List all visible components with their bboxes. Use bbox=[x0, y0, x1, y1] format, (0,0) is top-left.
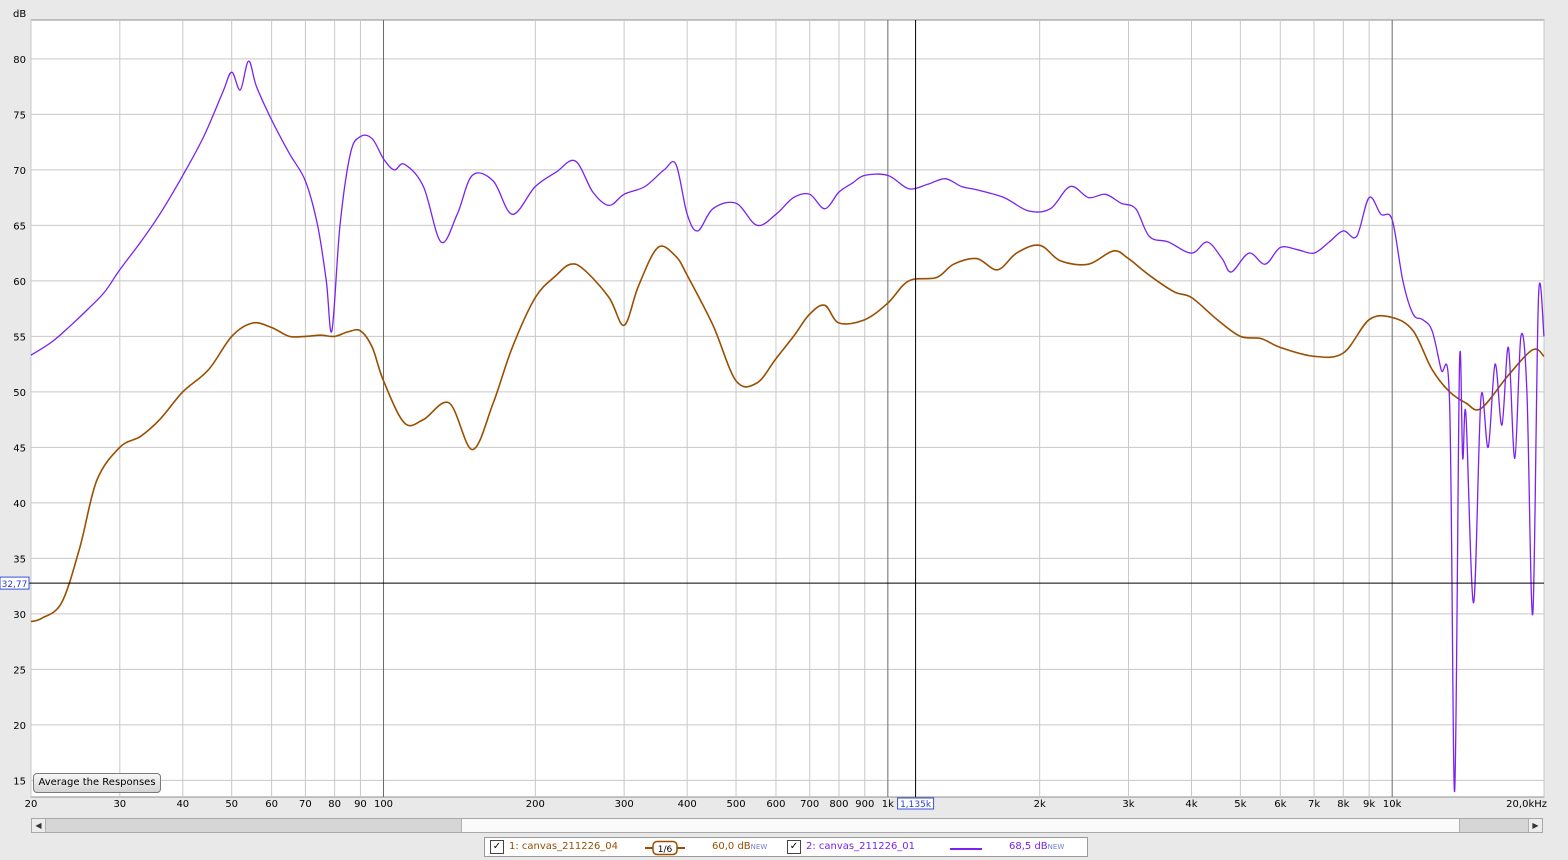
x-tick-label: 6k bbox=[1274, 799, 1286, 810]
x-tick-label: 80 bbox=[328, 799, 341, 810]
x-tick-label: 300 bbox=[615, 799, 634, 810]
y-tick-label: 80 bbox=[13, 55, 26, 66]
legend-label-2: 2: canvas_211226_01 bbox=[806, 841, 916, 852]
scroll-left-arrow-icon[interactable]: ◀ bbox=[32, 819, 46, 832]
smoothing-label: 1/6 bbox=[658, 845, 673, 855]
y-tick-label: 30 bbox=[13, 610, 26, 621]
y-axis-label: dB bbox=[13, 9, 26, 20]
legend-checkbox-2[interactable]: ✓ bbox=[787, 840, 801, 854]
y-tick-label: 35 bbox=[13, 554, 26, 565]
x-tick-label: 30 bbox=[113, 799, 126, 810]
x-tick-label: 4k bbox=[1185, 799, 1197, 810]
scrollbar-thumb[interactable] bbox=[461, 819, 1460, 832]
chart-svg: 15 20 25 30 35 40 45 50 55 60 65 70 75 80 20 30 40 50 60 7… bbox=[0, 9, 1547, 810]
cursor-x-readout: 1,135k bbox=[900, 800, 932, 810]
y-tick-label: 20 bbox=[13, 721, 26, 732]
legend-checkbox-1[interactable]: ✓ bbox=[490, 840, 504, 854]
legend-line-swatch-2 bbox=[950, 848, 982, 850]
x-tick-label: 200 bbox=[526, 799, 545, 810]
x-tick-label: 20,0kHz bbox=[1506, 799, 1547, 810]
legend-new-tag-1: NEW bbox=[750, 843, 768, 851]
x-tick-label: 40 bbox=[176, 799, 189, 810]
scroll-right-arrow-icon[interactable]: ▶ bbox=[1528, 819, 1542, 832]
average-responses-button[interactable]: Average the Responses bbox=[33, 773, 161, 793]
legend-level-1-value: 60,0 dB bbox=[712, 841, 751, 852]
x-tick-label: 20 bbox=[25, 799, 38, 810]
y-tick-label: 60 bbox=[13, 277, 26, 288]
y-tick-label: 45 bbox=[13, 443, 26, 454]
x-tick-label: 2k bbox=[1034, 799, 1046, 810]
legend-label-1: 1: canvas_211226_04 bbox=[509, 841, 619, 852]
x-tick-label: 50 bbox=[225, 799, 238, 810]
x-tick-label: 90 bbox=[354, 799, 367, 810]
legend-new-tag-2: NEW bbox=[1047, 843, 1065, 851]
x-tick-label: 8k bbox=[1337, 799, 1349, 810]
x-tick-label: 500 bbox=[726, 799, 745, 810]
y-tick-label: 70 bbox=[13, 166, 26, 177]
x-tick-label: 400 bbox=[678, 799, 697, 810]
smoothing-indicator-icon[interactable]: 1/6 bbox=[645, 840, 685, 856]
x-tick-label: 60 bbox=[265, 799, 278, 810]
plot-area[interactable] bbox=[30, 19, 1545, 798]
legend-level-2-value: 68,5 dB bbox=[1009, 841, 1048, 852]
y-tick-label: 50 bbox=[13, 388, 26, 399]
x-tick-label: 600 bbox=[766, 799, 785, 810]
legend-bar: ✓ 1: canvas_211226_04 1/6 60,0 dBNEW ✓ 2… bbox=[484, 837, 1088, 857]
y-tick-label: 55 bbox=[13, 332, 26, 343]
y-tick-label: 15 bbox=[13, 776, 26, 787]
x-tick-label: 900 bbox=[855, 799, 874, 810]
cursor-y-readout: 32,77 bbox=[2, 580, 28, 590]
legend-level-2: 68,5 dBNEW bbox=[1009, 841, 1064, 852]
x-tick-label: 10k bbox=[1383, 799, 1402, 810]
x-tick-labels: 20 30 40 50 60 70 80 90 100 200 300 400 500 600 700 800… bbox=[25, 799, 1547, 810]
y-tick-label: 40 bbox=[13, 499, 26, 510]
x-tick-label: 100 bbox=[374, 799, 393, 810]
x-tick-label: 800 bbox=[829, 799, 848, 810]
y-tick-label: 25 bbox=[13, 665, 26, 676]
horizontal-scrollbar[interactable]: ◀ ▶ bbox=[31, 818, 1543, 833]
x-tick-label: 70 bbox=[299, 799, 312, 810]
x-tick-label: 1k bbox=[882, 799, 894, 810]
x-tick-label: 3k bbox=[1122, 799, 1134, 810]
frequency-response-chart[interactable]: 15 20 25 30 35 40 45 50 55 60 65 70 75 80 20 30 40 50 60 7… bbox=[0, 0, 1568, 812]
y-tick-label: 65 bbox=[13, 221, 26, 232]
y-tick-labels: 15 20 25 30 35 40 45 50 55 60 65 70 75 80 bbox=[13, 55, 26, 787]
x-tick-label: 700 bbox=[800, 799, 819, 810]
x-tick-label: 9k bbox=[1363, 799, 1375, 810]
legend-level-1: 60,0 dBNEW bbox=[712, 841, 767, 852]
x-tick-label: 7k bbox=[1308, 799, 1320, 810]
y-tick-label: 75 bbox=[13, 110, 26, 121]
x-tick-label: 5k bbox=[1234, 799, 1246, 810]
